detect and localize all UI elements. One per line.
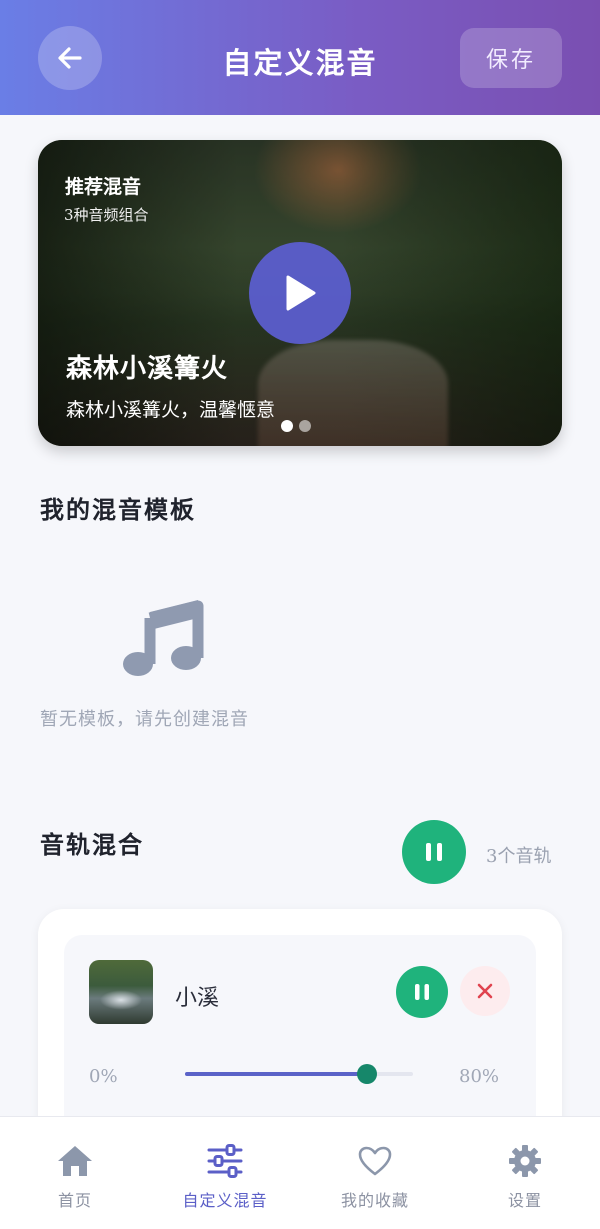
- nav-label-favorites: 我的收藏: [340, 1191, 409, 1210]
- nav-item-settings[interactable]: 设置: [450, 1117, 600, 1229]
- sliders-icon: [206, 1143, 244, 1179]
- banner-title: 森林小溪篝火: [66, 354, 229, 384]
- carousel-dot-2[interactable]: [299, 420, 311, 432]
- nav-item-home[interactable]: 首页: [0, 1117, 150, 1229]
- banner-subtitle: 3种音频组合: [64, 206, 149, 224]
- mix-section-title: 音轨混合: [40, 830, 144, 859]
- banner-play-button[interactable]: [249, 242, 351, 344]
- templates-section-title: 我的混音模板: [40, 495, 196, 524]
- music-note-icon: [120, 600, 204, 680]
- volume-slider[interactable]: [185, 1064, 413, 1084]
- app-header: 自定义混音 保存: [0, 0, 600, 115]
- banner-tag: 推荐混音: [65, 176, 142, 198]
- carousel-dot-1[interactable]: [281, 420, 293, 432]
- home-icon: [56, 1143, 94, 1179]
- nav-item-custom-mix[interactable]: 自定义混音: [150, 1117, 300, 1229]
- nav-label-settings: 设置: [507, 1191, 542, 1210]
- nav-label-home: 首页: [57, 1191, 92, 1210]
- close-icon: [477, 983, 493, 999]
- bottom-nav: 首页 自定义混音 我的收藏 设置: [0, 1116, 600, 1229]
- nav-item-favorites[interactable]: 我的收藏: [300, 1117, 450, 1229]
- heart-icon: [356, 1143, 394, 1179]
- nav-label-custom-mix: 自定义混音: [182, 1191, 268, 1210]
- volume-max-label: 80%: [459, 1066, 500, 1087]
- track-thumbnail: [89, 960, 153, 1024]
- mix-pause-all-button[interactable]: [402, 820, 466, 884]
- volume-min-label: 0%: [89, 1066, 118, 1087]
- gear-icon: [506, 1143, 544, 1179]
- track-pause-button[interactable]: [396, 966, 448, 1018]
- recommended-mix-banner[interactable]: 推荐混音 3种音频组合 森林小溪篝火 森林小溪篝火，温馨惬意: [38, 140, 562, 446]
- banner-description: 森林小溪篝火，温馨惬意: [66, 399, 276, 421]
- save-button[interactable]: 保存: [460, 28, 562, 88]
- pause-icon: [426, 843, 442, 861]
- templates-empty-text: 暂无模板，请先创建混音: [40, 709, 249, 730]
- pause-icon: [415, 984, 429, 1000]
- track-remove-button[interactable]: [460, 966, 510, 1016]
- carousel-indicator: [281, 420, 311, 432]
- volume-slider-fill: [185, 1072, 368, 1076]
- track-name: 小溪: [175, 986, 220, 1011]
- play-icon: [286, 275, 316, 311]
- track-count: 3个音轨: [486, 846, 552, 867]
